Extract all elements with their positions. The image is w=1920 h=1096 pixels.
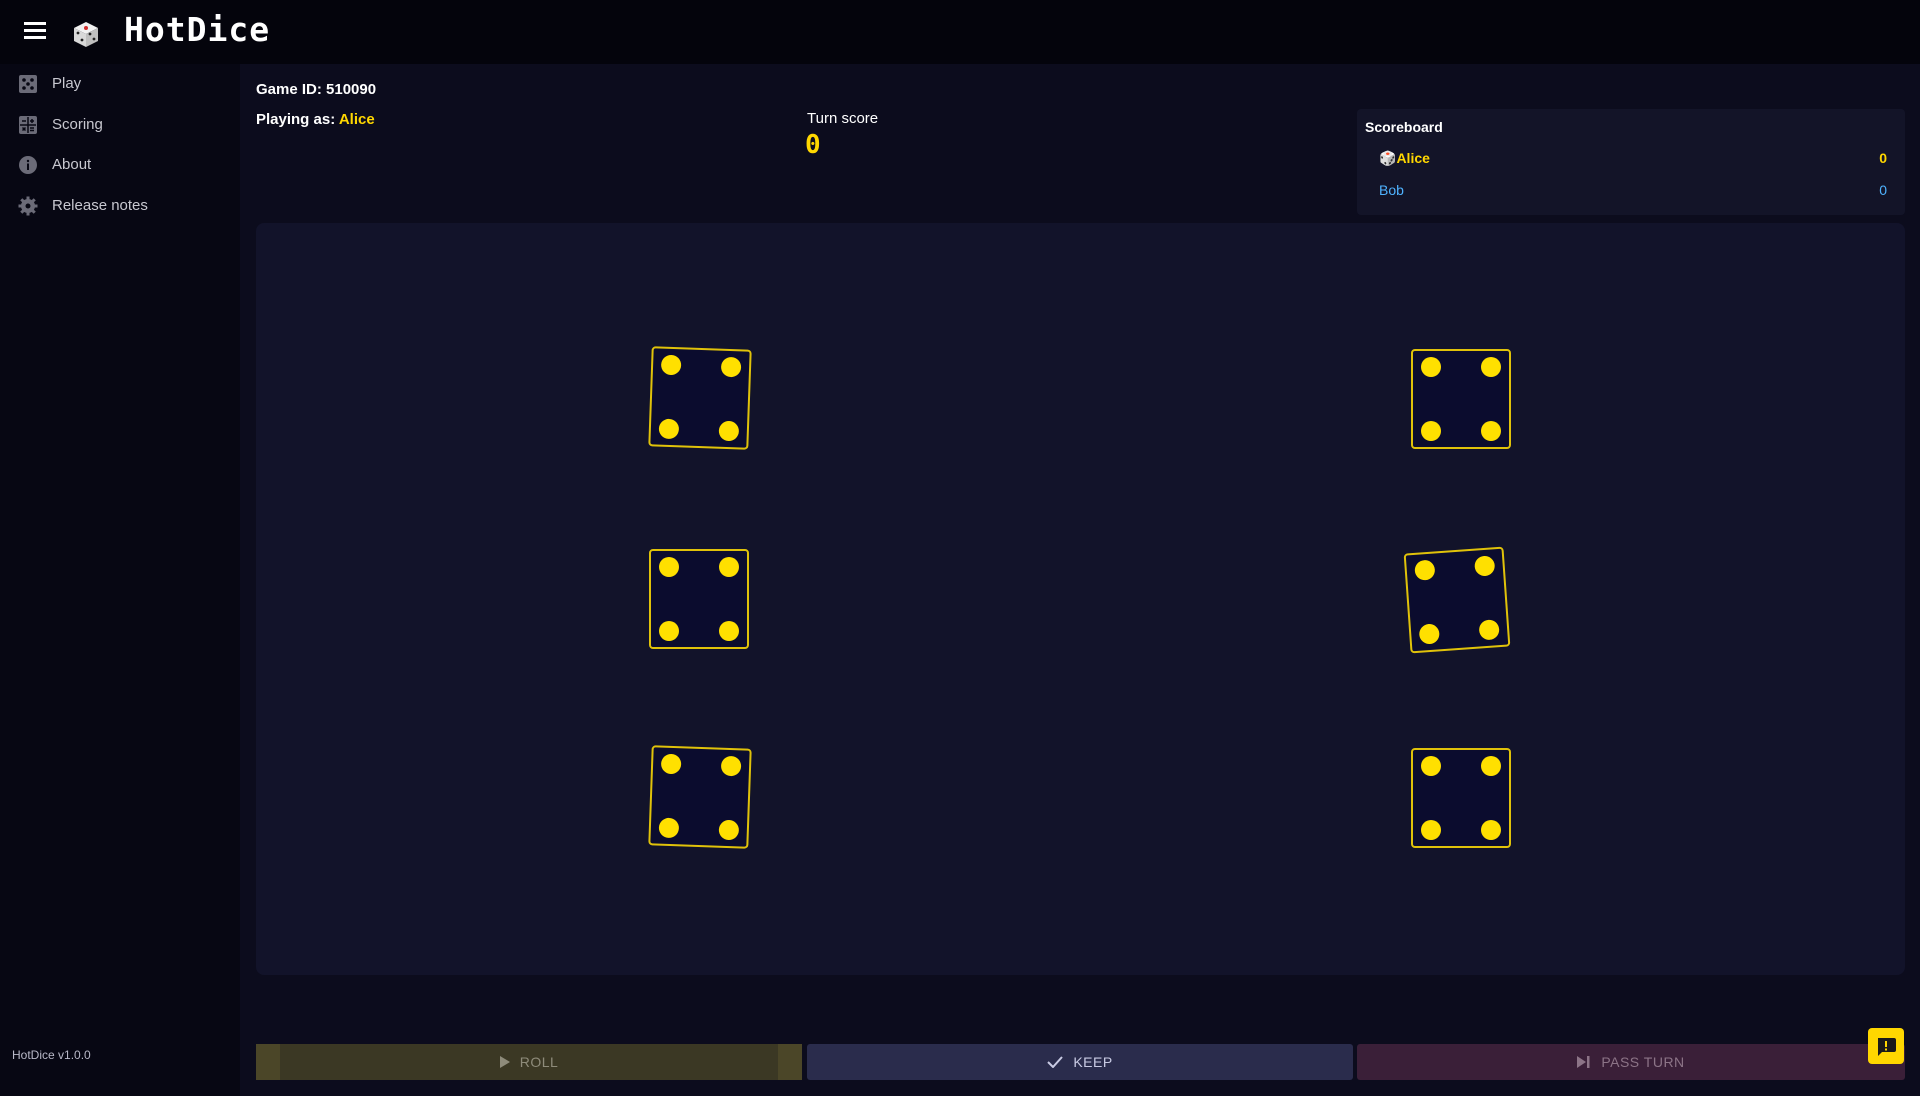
die-pip	[1478, 619, 1500, 641]
die-pip	[1481, 756, 1501, 776]
die-pip	[658, 418, 680, 440]
die-pip	[1481, 820, 1501, 840]
app-title: HotDice	[124, 10, 271, 49]
die-pip	[659, 621, 679, 641]
player-name: Bob	[1379, 182, 1404, 198]
dice-icon	[19, 75, 37, 93]
menu-icon[interactable]	[24, 22, 46, 42]
die-1[interactable]	[648, 346, 752, 450]
die-pip	[1481, 421, 1501, 441]
sidebar-item-label: Scoring	[52, 116, 103, 133]
die-icon	[74, 22, 98, 47]
gear-icon	[18, 196, 38, 216]
feedback-button[interactable]	[1868, 1028, 1904, 1064]
die-pip	[718, 420, 740, 442]
scoreboard-row: 🎲Alice 0	[1379, 147, 1887, 171]
keep-button[interactable]: KEEP	[807, 1044, 1353, 1080]
top-bar: HotDice	[0, 0, 1920, 64]
scoreboard-row: Bob 0	[1379, 179, 1887, 203]
die-pip	[1481, 357, 1501, 377]
die-pip	[720, 356, 742, 378]
sidebar-item-label: About	[52, 156, 92, 173]
sidebar-item-label: Release notes	[52, 197, 148, 214]
die-pip	[718, 819, 740, 841]
dice-board	[256, 223, 1905, 975]
die-3[interactable]	[649, 549, 749, 649]
die-pip	[660, 753, 682, 775]
roll-label: ROLL	[519, 1054, 559, 1070]
playing-as: Playing as: Alice	[256, 111, 375, 128]
die-2[interactable]	[1411, 349, 1511, 449]
die-6[interactable]	[1411, 748, 1511, 848]
turn-score-label: Turn score	[807, 110, 879, 127]
version-label: HotDice v1.0.0	[12, 1048, 91, 1062]
turn-score-value: 0	[805, 130, 821, 160]
pass-turn-button[interactable]: PASS TURN	[1357, 1044, 1905, 1080]
skip-next-icon	[1577, 1056, 1590, 1068]
sidebar-item-scoring[interactable]: Scoring	[0, 105, 240, 145]
current-player-name: Alice	[338, 111, 375, 128]
keep-label: KEEP	[1073, 1054, 1113, 1070]
sidebar-item-release-notes[interactable]: Release notes	[0, 186, 240, 226]
sidebar: Play Scoring About Release notes HotDice…	[0, 64, 240, 1096]
current-turn-die-icon: 🎲	[1379, 150, 1397, 166]
die-pip	[1418, 623, 1440, 645]
die-pip	[1474, 555, 1496, 577]
game-id-value: 510090	[326, 81, 377, 98]
scoreboard: Scoreboard 🎲Alice 0 Bob 0	[1357, 109, 1905, 215]
sidebar-item-label: Play	[52, 75, 82, 92]
play-icon	[499, 1056, 510, 1068]
player-name: Alice	[1396, 150, 1430, 166]
pass-turn-label: PASS TURN	[1601, 1054, 1685, 1070]
die-pip	[1421, 421, 1441, 441]
player-score: 0	[1879, 150, 1887, 166]
die-pip	[659, 557, 679, 577]
check-icon	[1047, 1056, 1064, 1068]
calculator-icon	[19, 116, 37, 134]
die-pip	[1421, 357, 1441, 377]
sidebar-item-play[interactable]: Play	[0, 64, 240, 104]
info-icon	[19, 156, 37, 174]
die-pip	[1421, 820, 1441, 840]
die-pip	[720, 755, 742, 777]
die-pip	[719, 557, 739, 577]
scoreboard-title: Scoreboard	[1365, 119, 1443, 135]
sidebar-item-about[interactable]: About	[0, 145, 240, 185]
die-pip	[658, 817, 680, 839]
die-pip	[1421, 756, 1441, 776]
die-4[interactable]	[1403, 546, 1511, 654]
feedback-icon	[1878, 1038, 1896, 1056]
die-pip	[1414, 559, 1436, 581]
roll-button[interactable]: ROLL	[256, 1044, 802, 1080]
die-5[interactable]	[648, 745, 752, 849]
game-id: Game ID: 510090	[256, 81, 377, 98]
die-pip	[660, 354, 682, 376]
die-pip	[719, 621, 739, 641]
player-score: 0	[1879, 182, 1887, 198]
